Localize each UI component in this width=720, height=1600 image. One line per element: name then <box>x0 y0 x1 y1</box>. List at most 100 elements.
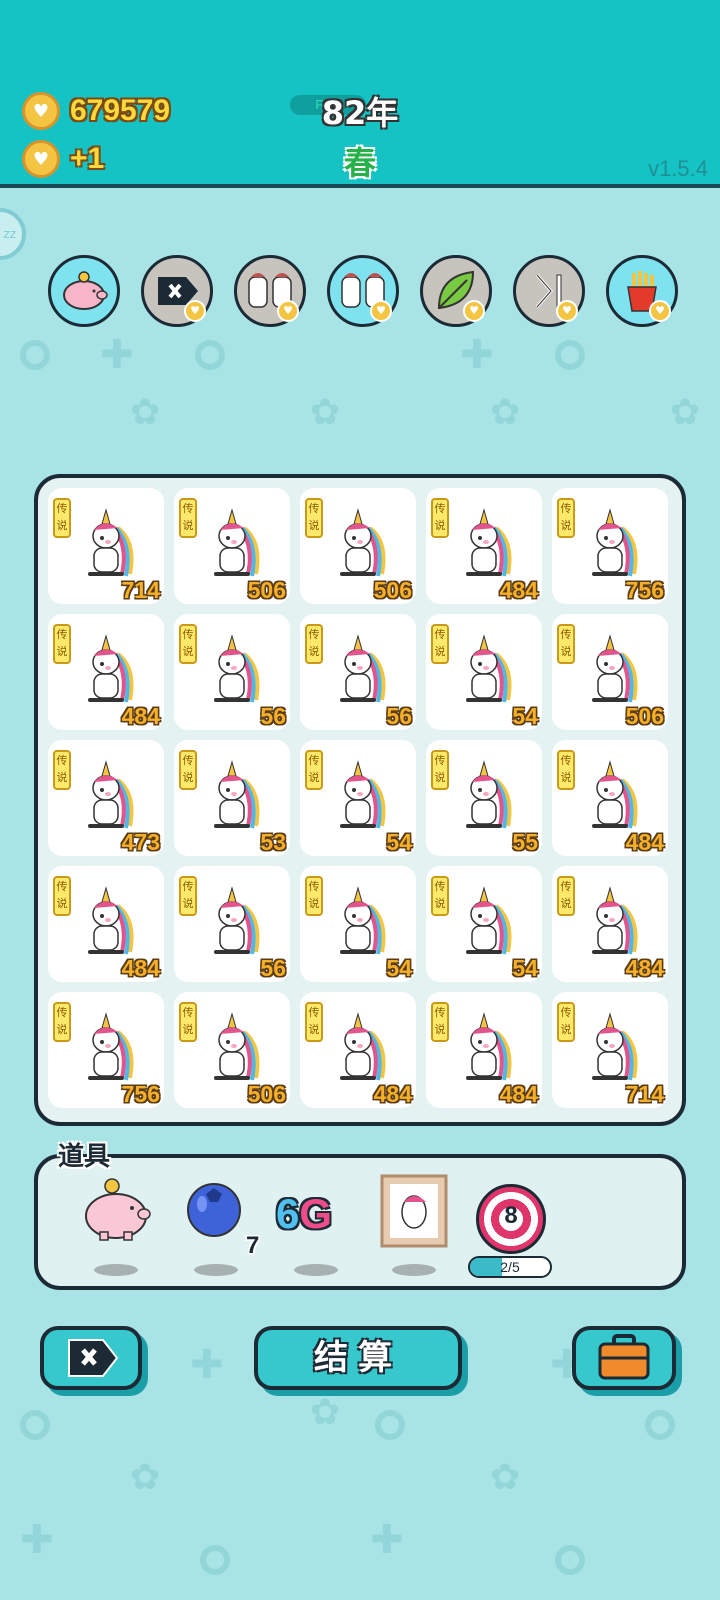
unicorn-icon <box>466 508 512 577</box>
props-title: 道具 <box>58 1142 111 1172</box>
unicorn-card[interactable]: 传说 506 <box>552 614 668 730</box>
prop-piggy-bank[interactable] <box>76 1172 156 1282</box>
tool-fries-button[interactable]: ♥ <box>606 255 678 327</box>
unicorn-value: 54 <box>386 955 412 981</box>
unicorn-icon <box>214 1012 260 1081</box>
unicorn-value: 714 <box>625 1081 664 1107</box>
unicorn-card[interactable]: 传说 484 <box>300 992 416 1108</box>
unicorn-value: 56 <box>386 703 412 729</box>
target-value: 8 <box>504 1202 518 1229</box>
unicorn-value: 714 <box>121 577 160 603</box>
unicorn-icon <box>592 634 638 703</box>
unicorn-icon <box>592 886 638 955</box>
unicorn-card[interactable]: 传说 484 <box>48 614 164 730</box>
unicorn-icon <box>88 886 134 955</box>
legendary-tag: 传说 <box>53 750 71 790</box>
unicorn-card[interactable]: 传说 484 <box>426 992 542 1108</box>
eraser-button[interactable] <box>40 1326 142 1390</box>
unicorn-card[interactable]: 传说 54 <box>426 866 542 982</box>
unicorn-value: 756 <box>625 577 664 603</box>
sleep-bubble-button[interactable]: zz <box>0 208 26 260</box>
unicorn-card[interactable]: 传说 756 <box>552 488 668 604</box>
legendary-tag: 传说 <box>557 624 575 664</box>
props-panel <box>34 1154 686 1290</box>
unicorn-card[interactable]: 传说 56 <box>174 866 290 982</box>
6g-label-number: 6 <box>276 1190 300 1237</box>
coin-icon: ♥ <box>370 300 392 322</box>
legendary-tag: 传说 <box>431 1002 449 1042</box>
settle-button[interactable]: 结算 <box>254 1326 462 1390</box>
unicorn-frame-icon <box>380 1174 448 1248</box>
legendary-tag: 传说 <box>53 1002 71 1042</box>
unicorn-icon <box>340 1012 386 1081</box>
income-amount: +1 <box>70 142 105 175</box>
piggy-bank-icon <box>85 1178 151 1241</box>
unicorn-icon <box>340 508 386 577</box>
tool-eraser-button[interactable]: ♥ <box>141 255 213 327</box>
6g-label: 6G <box>276 1190 332 1238</box>
unicorn-card[interactable]: 传说 53 <box>174 740 290 856</box>
unicorn-card[interactable]: 传说 484 <box>426 488 542 604</box>
tool-double-unicorn-button-2[interactable]: ♥ <box>327 255 399 327</box>
unicorn-icon <box>214 508 260 577</box>
target-progress-bar: 2/5 <box>468 1256 552 1278</box>
unicorn-value: 55 <box>512 829 538 855</box>
prop-blueberry[interactable] <box>176 1172 256 1282</box>
tool-leaf-button[interactable]: ♥ <box>420 255 492 327</box>
legendary-tag: 传说 <box>557 498 575 538</box>
coin-balance: ♥ 679579 <box>22 92 170 130</box>
unicorn-card[interactable]: 传说 484 <box>552 740 668 856</box>
unicorn-value: 53 <box>260 829 286 855</box>
unicorn-icon <box>340 886 386 955</box>
unicorn-value: 506 <box>247 1081 286 1107</box>
legendary-tag: 传说 <box>305 750 323 790</box>
legendary-tag: 传说 <box>431 876 449 916</box>
unicorn-value: 54 <box>512 703 538 729</box>
tool-skip-button[interactable]: ♥ <box>513 255 585 327</box>
unicorn-value: 506 <box>247 577 286 603</box>
unicorn-card[interactable]: 传说 506 <box>300 488 416 604</box>
unicorn-icon <box>466 760 512 829</box>
backpack-button[interactable] <box>572 1326 676 1390</box>
unicorn-icon <box>466 1012 512 1081</box>
unicorn-value: 484 <box>625 955 664 981</box>
unicorn-icon <box>592 760 638 829</box>
coin-amount: 679579 <box>70 94 171 127</box>
unicorn-card[interactable]: 传说 506 <box>174 992 290 1108</box>
tool-piggy-bank-button[interactable] <box>48 255 120 327</box>
unicorn-card[interactable]: 传说 484 <box>552 866 668 982</box>
piggy-bank-icon <box>63 271 108 310</box>
unicorn-card[interactable]: 传说 473 <box>48 740 164 856</box>
unicorn-card[interactable]: 传说 54 <box>300 866 416 982</box>
unicorn-card[interactable]: 传说 756 <box>48 992 164 1108</box>
legendary-tag: 传说 <box>305 624 323 664</box>
unicorn-card[interactable]: 传说 714 <box>48 488 164 604</box>
unicorn-value: 473 <box>121 829 160 855</box>
unicorn-card[interactable]: 传说 56 <box>300 614 416 730</box>
unicorn-card[interactable]: 传说 55 <box>426 740 542 856</box>
coin-icon: ♥ <box>463 300 485 322</box>
unicorn-icon <box>214 634 260 703</box>
legendary-tag: 传说 <box>305 498 323 538</box>
unicorn-value: 56 <box>260 955 286 981</box>
unicorn-value: 756 <box>121 1081 160 1107</box>
unicorn-card[interactable]: 传说 56 <box>174 614 290 730</box>
unicorn-card[interactable]: 传说 506 <box>174 488 290 604</box>
blueberry-count: 7 <box>246 1232 260 1259</box>
legendary-tag: 传说 <box>179 498 197 538</box>
blueberry-icon <box>187 1183 241 1237</box>
legendary-tag: 传说 <box>179 876 197 916</box>
legendary-tag: 传说 <box>53 876 71 916</box>
tool-bar: ♥ ♥ ♥ ♥ ♥ ♥ <box>48 255 678 329</box>
prop-unicorn-frame[interactable] <box>374 1172 454 1282</box>
unicorn-icon <box>88 760 134 829</box>
unicorn-card[interactable]: 传说 54 <box>426 614 542 730</box>
unicorn-card[interactable]: 传说 484 <box>48 866 164 982</box>
unicorn-card[interactable]: 传说 714 <box>552 992 668 1108</box>
year-label: 82年 <box>321 94 399 132</box>
unicorn-card[interactable]: 传说 54 <box>300 740 416 856</box>
tool-double-unicorn-button[interactable]: ♥ <box>234 255 306 327</box>
unicorn-icon <box>88 1012 134 1081</box>
coin-icon: ♥ <box>184 300 206 322</box>
unicorn-icon <box>466 886 512 955</box>
